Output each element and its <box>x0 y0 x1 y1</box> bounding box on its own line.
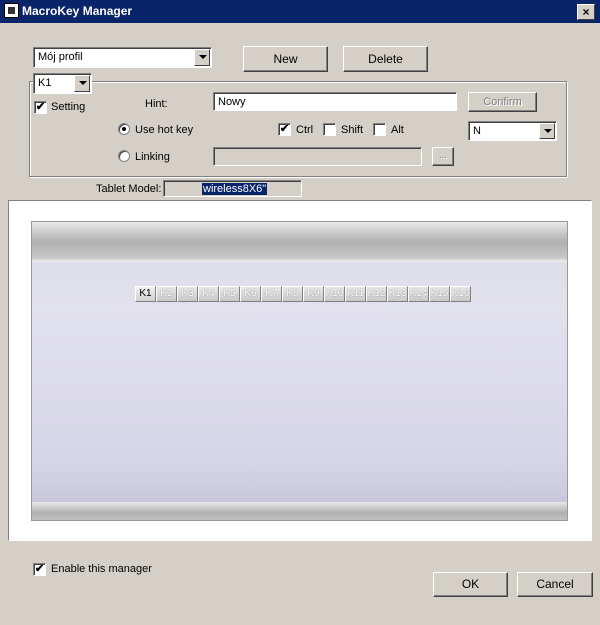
profile-select[interactable]: Mój profil <box>33 47 212 68</box>
close-icon: × <box>582 5 590 19</box>
chevron-down-icon[interactable] <box>194 49 210 66</box>
cancel-button[interactable]: Cancel <box>517 572 593 597</box>
tablet-model-value: wireless8X6" <box>202 183 268 195</box>
enable-manager-checkbox[interactable]: ✔ <box>33 563 46 576</box>
tablet-key-strip: K1 K2 K3 K4 K5 K6 K7 K8 K9 K10 K11 K12 K13 K14 K15 K16 <box>135 286 471 302</box>
enable-manager-label: Enable this manager <box>51 563 152 575</box>
use-hot-key-radio[interactable] <box>118 123 130 135</box>
ok-button[interactable]: OK <box>433 572 508 597</box>
tablet-key-button[interactable]: K7 <box>261 286 282 302</box>
close-button[interactable]: × <box>577 4 595 20</box>
alt-checkbox[interactable] <box>373 123 386 136</box>
key-select[interactable]: K1 <box>33 73 92 94</box>
browse-button[interactable]: ... <box>432 147 454 166</box>
window-title: MacroKey Manager <box>22 4 133 18</box>
tablet-key-button[interactable]: K10 <box>324 286 345 302</box>
tablet-key-button[interactable]: K4 <box>198 286 219 302</box>
tablet-key-button[interactable]: K6 <box>240 286 261 302</box>
delete-button[interactable]: Delete <box>343 46 428 72</box>
hint-label: Hint: <box>145 98 168 110</box>
setting-label: Setting <box>51 101 86 113</box>
tablet-key-button[interactable]: K16 <box>450 286 471 302</box>
tablet-top-bezel <box>32 222 567 262</box>
tablet-key-button[interactable]: K3 <box>177 286 198 302</box>
linking-path-input[interactable] <box>213 147 422 166</box>
confirm-button[interactable]: Confirm <box>468 92 537 112</box>
profile-select-value: Mój profil <box>38 51 83 63</box>
shift-checkbox[interactable] <box>323 123 336 136</box>
setting-checkbox[interactable]: ✔ <box>34 101 47 114</box>
hotkey-select-value: N <box>473 125 481 137</box>
tablet-key-button[interactable]: K11 <box>345 286 366 302</box>
tablet-model-label: Tablet Model: <box>96 183 162 195</box>
linking-label: Linking <box>135 151 170 163</box>
title-bar: MacroKey Manager × <box>0 0 600 23</box>
shift-label: Shift <box>341 124 364 136</box>
tablet-key-button[interactable]: K15 <box>429 286 450 302</box>
tablet-bottom-bezel <box>32 502 567 520</box>
app-icon <box>4 3 19 18</box>
ctrl-checkbox[interactable]: ✔ <box>278 123 291 136</box>
hotkey-select[interactable]: N <box>468 121 557 141</box>
tablet-model-field: wireless8X6" <box>163 180 302 197</box>
linking-radio[interactable] <box>118 150 130 162</box>
ctrl-label: Ctrl <box>296 124 314 136</box>
tablet-key-button[interactable]: K9 <box>303 286 324 302</box>
key-select-value: K1 <box>38 77 52 89</box>
tablet-key-button[interactable]: K1 <box>135 286 156 302</box>
tablet-key-button[interactable]: K5 <box>219 286 240 302</box>
chevron-down-icon[interactable] <box>74 75 90 92</box>
use-hot-key-label: Use hot key <box>135 124 194 136</box>
chevron-down-icon[interactable] <box>539 123 555 139</box>
tablet-key-button[interactable]: K14 <box>408 286 429 302</box>
new-button[interactable]: New <box>243 46 328 72</box>
tablet-key-button[interactable]: K12 <box>366 286 387 302</box>
tablet-key-button[interactable]: K13 <box>387 286 408 302</box>
alt-label: Alt <box>391 124 404 136</box>
hint-input-value: Nowy <box>218 96 246 108</box>
tablet-key-button[interactable]: K2 <box>156 286 177 302</box>
tablet-image: K1 K2 K3 K4 K5 K6 K7 K8 K9 K10 K11 K12 K13 K14 K15 K16 <box>31 221 568 521</box>
hint-input[interactable]: Nowy <box>213 92 457 111</box>
tablet-key-button[interactable]: K8 <box>282 286 303 302</box>
